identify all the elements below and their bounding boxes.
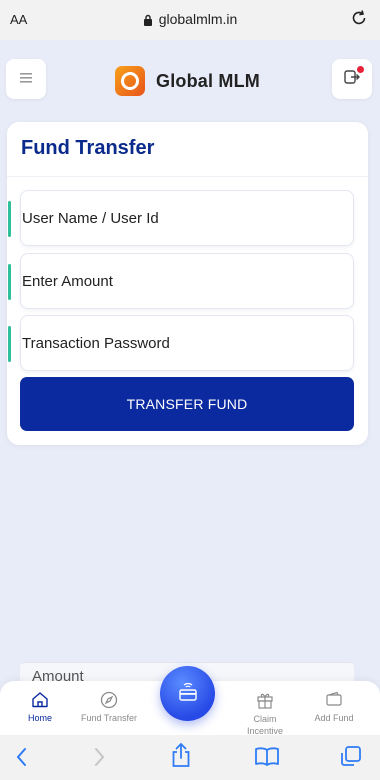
logout-button[interactable] bbox=[332, 59, 372, 99]
nav-claim-incentive[interactable]: Claim Incentive bbox=[227, 691, 303, 737]
center-action-button[interactable] bbox=[160, 666, 215, 721]
nav-fund-transfer-label: Fund Transfer bbox=[80, 713, 138, 723]
forward-icon[interactable] bbox=[91, 745, 107, 774]
bookmarks-icon[interactable] bbox=[254, 745, 280, 772]
app-header: Global MLM bbox=[0, 40, 380, 122]
nav-add-fund-label: Add Fund bbox=[314, 713, 354, 723]
browser-address-bar: AA globalmlm.in bbox=[0, 0, 380, 40]
menu-button[interactable] bbox=[6, 59, 46, 99]
card-divider bbox=[7, 176, 368, 177]
lock-icon bbox=[143, 13, 153, 29]
back-icon[interactable] bbox=[14, 745, 30, 774]
gift-icon bbox=[227, 691, 303, 709]
username-input[interactable] bbox=[22, 209, 353, 227]
compass-icon bbox=[71, 691, 147, 709]
brand-logo bbox=[115, 66, 145, 96]
transfer-fund-button[interactable]: TRANSFER FUND bbox=[20, 377, 354, 431]
url-field[interactable]: globalmlm.in bbox=[0, 11, 380, 29]
nav-home-label: Home bbox=[27, 713, 52, 723]
amount-input[interactable] bbox=[22, 272, 353, 290]
wireless-card-icon bbox=[178, 680, 198, 707]
brand-name: Global MLM bbox=[156, 70, 260, 91]
brand: Global MLM bbox=[115, 66, 260, 96]
amount-field-wrapper bbox=[8, 253, 354, 309]
fund-transfer-card: Fund Transfer TRANSFER FUND bbox=[7, 122, 368, 445]
browser-toolbar bbox=[0, 735, 380, 780]
reload-icon[interactable] bbox=[350, 9, 368, 32]
card-title: Fund Transfer bbox=[21, 137, 155, 159]
tabs-icon[interactable] bbox=[340, 745, 362, 772]
nav-home[interactable]: Home bbox=[2, 691, 78, 723]
nav-add-fund[interactable]: Add Fund bbox=[296, 691, 372, 723]
notification-dot bbox=[357, 66, 364, 73]
url-text: globalmlm.in bbox=[158, 11, 238, 27]
field-indicator bbox=[8, 264, 11, 300]
nav-fund-transfer[interactable]: Fund Transfer bbox=[71, 691, 147, 723]
username-field-wrapper bbox=[8, 190, 354, 246]
field-indicator bbox=[8, 201, 11, 237]
transaction-password-input[interactable] bbox=[22, 334, 353, 352]
transaction-password-field-wrapper bbox=[8, 315, 354, 371]
field-indicator bbox=[8, 326, 11, 362]
hamburger-icon bbox=[20, 70, 32, 88]
home-icon bbox=[2, 691, 78, 709]
wallet-icon bbox=[296, 691, 372, 709]
share-icon[interactable] bbox=[171, 742, 191, 773]
nav-claim-incentive-label: Claim Incentive bbox=[246, 714, 284, 736]
